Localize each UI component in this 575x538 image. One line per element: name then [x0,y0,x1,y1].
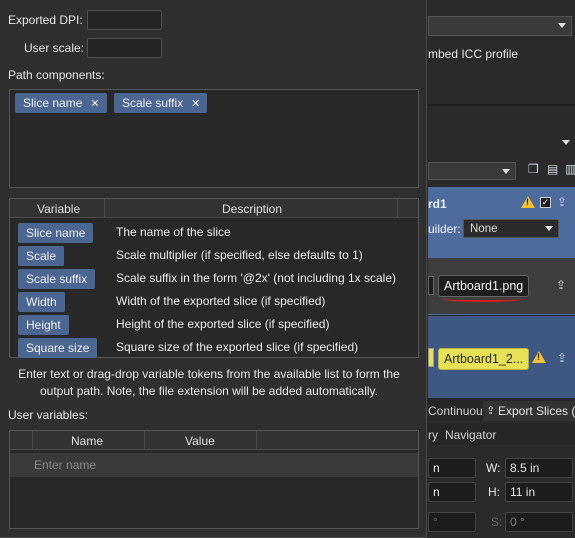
warning-icon-2 [532,351,546,363]
path-components-box[interactable]: Slice name ✕ Scale suffix ✕ [9,89,419,188]
help-text-line-1: Enter text or drag-drop variable tokens … [18,367,400,381]
variable-description: Scale multiplier (if specified, else def… [116,248,363,262]
slice-name-field-2[interactable]: Artboard1_2... [438,348,530,370]
user-variables-label: User variables: [8,408,89,422]
builder-value: None [470,223,498,235]
variable-token[interactable]: Scale suffix [18,269,96,289]
description-column-header: Description [222,202,283,216]
y-field[interactable]: n [428,482,476,502]
variable-token[interactable]: Square size [18,338,98,358]
paste-icon[interactable]: ▤ [547,162,558,176]
variable-row: Square size Square size of the exported … [10,336,418,359]
variables-table: Variable Description Slice name The name… [9,198,419,358]
name-column-header: Name [71,434,104,448]
path-token-label: Scale suffix [122,96,184,110]
slice-left-box [428,276,434,295]
panel-dropdown-2[interactable] [428,134,575,152]
variable-row: Scale Scale multiplier (if specified, el… [10,244,418,267]
embed-icc-label: mbed ICC profile [428,47,519,61]
path-builder-popover: Exported DPI: User scale: Path component… [0,0,427,538]
close-icon[interactable]: ✕ [191,98,200,110]
h-label: H: [488,485,500,499]
variable-description: Scale suffix in the form '@2x' (not incl… [116,271,397,285]
variable-description: Width of the exported slice (if specifie… [116,294,326,308]
slice-name-field-1[interactable]: Artboard1.png [438,275,530,297]
exported-dpi-field[interactable] [87,10,162,30]
path-token-slice-name[interactable]: Slice name ✕ [15,93,107,113]
r-field[interactable]: ° [428,512,476,532]
panel-divider [428,104,575,106]
export-checkbox[interactable]: ✓ [540,197,551,208]
export-slices-icon: ⇪ [486,405,496,417]
help-text-line-2: output path. Note, the file extension wi… [40,384,378,398]
user-variable-name-input[interactable] [34,456,234,474]
variable-token[interactable]: Scale [18,246,65,266]
path-token-label: Slice name [23,96,83,110]
copy-icon[interactable]: ❐ [528,162,539,176]
variable-column-header: Variable [37,202,81,216]
s-field[interactable]: 0 ° [505,512,573,532]
user-variables-header: Name Value [10,431,418,450]
spelling-underline [441,296,523,302]
path-components-label: Path components: [8,68,105,82]
variable-description: The name of the slice [116,225,231,239]
tab-history[interactable]: ry [428,428,438,442]
variable-description: Height of the exported slice (if specifi… [116,317,330,331]
variables-table-header: Variable Description [10,199,418,218]
delete-icon[interactable]: ▥ [565,162,575,176]
tab-continuous[interactable]: Continuous [428,404,489,418]
variable-description: Square size of the exported slice (if sp… [116,340,359,354]
top-dropdown[interactable] [428,16,572,36]
column-divider [104,199,105,218]
variable-row: Height Height of the exported slice (if … [10,313,418,336]
preset-dropdown[interactable] [428,162,516,180]
tab-export-slices[interactable]: ⇪ Export Slices (2 [483,401,575,421]
new-user-variable-row [10,453,418,477]
close-icon[interactable]: ✕ [90,98,99,110]
exported-dpi-label: Exported DPI: [8,13,83,27]
variable-token[interactable]: Height [18,315,69,335]
user-scale-label: User scale: [24,41,85,55]
value-column-header: Value [185,434,215,448]
column-divider [32,431,33,450]
tab-navigator[interactable]: Navigator [445,428,496,442]
column-divider [256,431,257,450]
help-text: Enter text or drag-drop variable tokens … [0,366,418,400]
slice-left-box-2 [428,348,434,367]
w-label: W: [486,461,501,475]
tab-export-slices-label: Export Slices (2 [498,404,575,418]
variable-row: Scale suffix Scale suffix in the form '@… [10,267,418,290]
s-label: S: [491,515,503,529]
export-icon[interactable]: ⇪ [557,195,567,209]
h-field[interactable]: 11 in [505,482,573,502]
path-token-scale-suffix[interactable]: Scale suffix ✕ [114,93,208,113]
builder-label: uilder: [428,222,461,236]
builder-dropdown[interactable]: None [463,219,559,238]
variable-token[interactable]: Slice name [18,223,94,243]
w-field[interactable]: 8.5 in [505,458,573,478]
column-divider [397,199,398,218]
variable-row: Width Width of the exported slice (if sp… [10,290,418,313]
user-scale-field[interactable] [87,38,162,58]
export-icon-3[interactable]: ⇪ [557,351,567,365]
variable-token[interactable]: Width [18,292,65,312]
variable-row: Slice name The name of the slice [10,221,418,244]
board-label: rd1 [428,197,447,211]
column-divider [144,431,145,450]
user-variables-table: Name Value [9,430,419,529]
x-field[interactable]: n [428,458,476,478]
warning-icon [521,196,535,208]
export-icon-2[interactable]: ⇪ [556,278,566,292]
